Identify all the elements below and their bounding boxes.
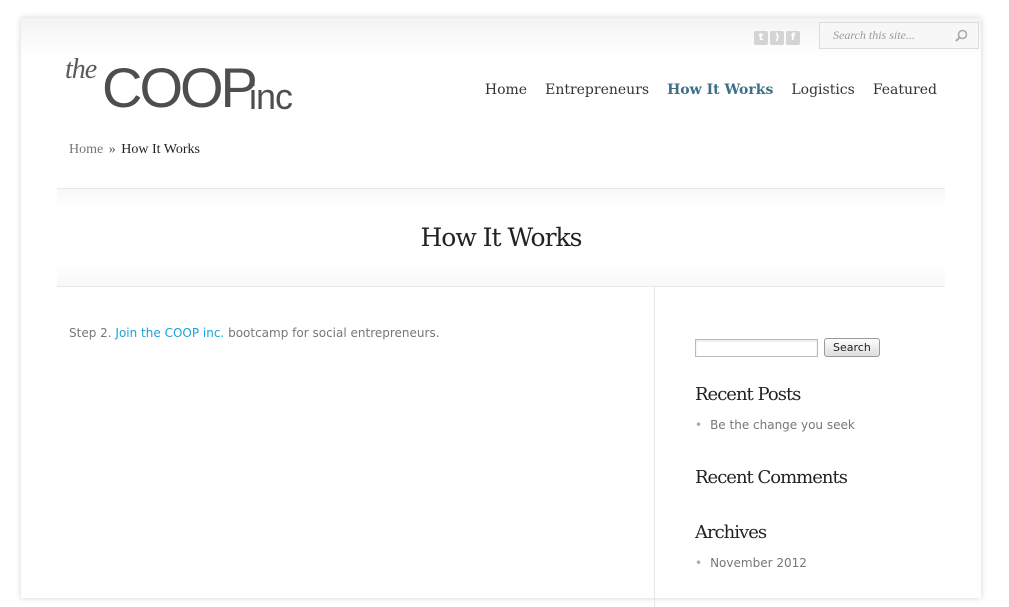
rss-icon[interactable]: ) <box>770 31 784 45</box>
nav-item-logistics[interactable]: Logistics <box>791 82 854 98</box>
main-content: Step 2. Join the COOP inc. bootcamp for … <box>69 326 440 340</box>
breadcrumb-current: How It Works <box>121 142 200 157</box>
recent-posts-title: Recent Posts <box>695 384 801 405</box>
site-logo[interactable]: the COOP inc <box>65 52 305 119</box>
recent-posts-list: Be the change you seek <box>695 418 855 432</box>
column-divider <box>654 287 655 607</box>
divider <box>57 188 945 189</box>
nav-item-entrepreneurs[interactable]: Entrepreneurs <box>545 82 649 98</box>
breadcrumb-separator: » <box>108 142 116 157</box>
nav-item-featured[interactable]: Featured <box>873 82 937 98</box>
recent-post-link[interactable]: Be the change you seek <box>710 418 855 432</box>
recent-comments-title: Recent Comments <box>695 467 848 488</box>
nav-item-how-it-works[interactable]: How It Works <box>667 82 773 98</box>
logo-the: the <box>65 54 97 85</box>
search-icon[interactable] <box>955 29 968 42</box>
breadcrumb-home[interactable]: Home <box>69 142 103 157</box>
logo-inc: inc <box>249 76 293 117</box>
divider <box>57 286 945 287</box>
facebook-icon[interactable]: f <box>786 31 800 45</box>
twitter-icon[interactable]: t <box>754 31 768 45</box>
page-container: t ) f the COOP inc Home Entrepreneurs Ho… <box>21 18 981 607</box>
list-item: Be the change you seek <box>695 418 855 432</box>
site-search <box>819 22 979 49</box>
archives-title: Archives <box>695 522 767 543</box>
page-title: How It Works <box>420 223 582 252</box>
breadcrumb: Home » How It Works <box>69 142 200 158</box>
content-prefix: Step 2. <box>69 326 112 340</box>
archives-list: November 2012 <box>695 556 807 570</box>
content-suffix: bootcamp for social entrepreneurs. <box>228 326 440 340</box>
list-item: November 2012 <box>695 556 807 570</box>
join-coop-link[interactable]: Join the COOP inc. <box>115 326 224 340</box>
sidebar-search-button[interactable]: Search <box>824 338 880 357</box>
sidebar-search: Search <box>695 338 880 357</box>
social-icons: t ) f <box>754 31 800 45</box>
site-search-input[interactable] <box>820 23 963 48</box>
archive-link[interactable]: November 2012 <box>710 556 807 570</box>
logo-coop: COOP <box>102 56 258 119</box>
main-nav: Home Entrepreneurs How It Works Logistic… <box>485 82 937 98</box>
nav-item-home[interactable]: Home <box>485 82 527 98</box>
sidebar-search-input[interactable] <box>695 338 818 357</box>
